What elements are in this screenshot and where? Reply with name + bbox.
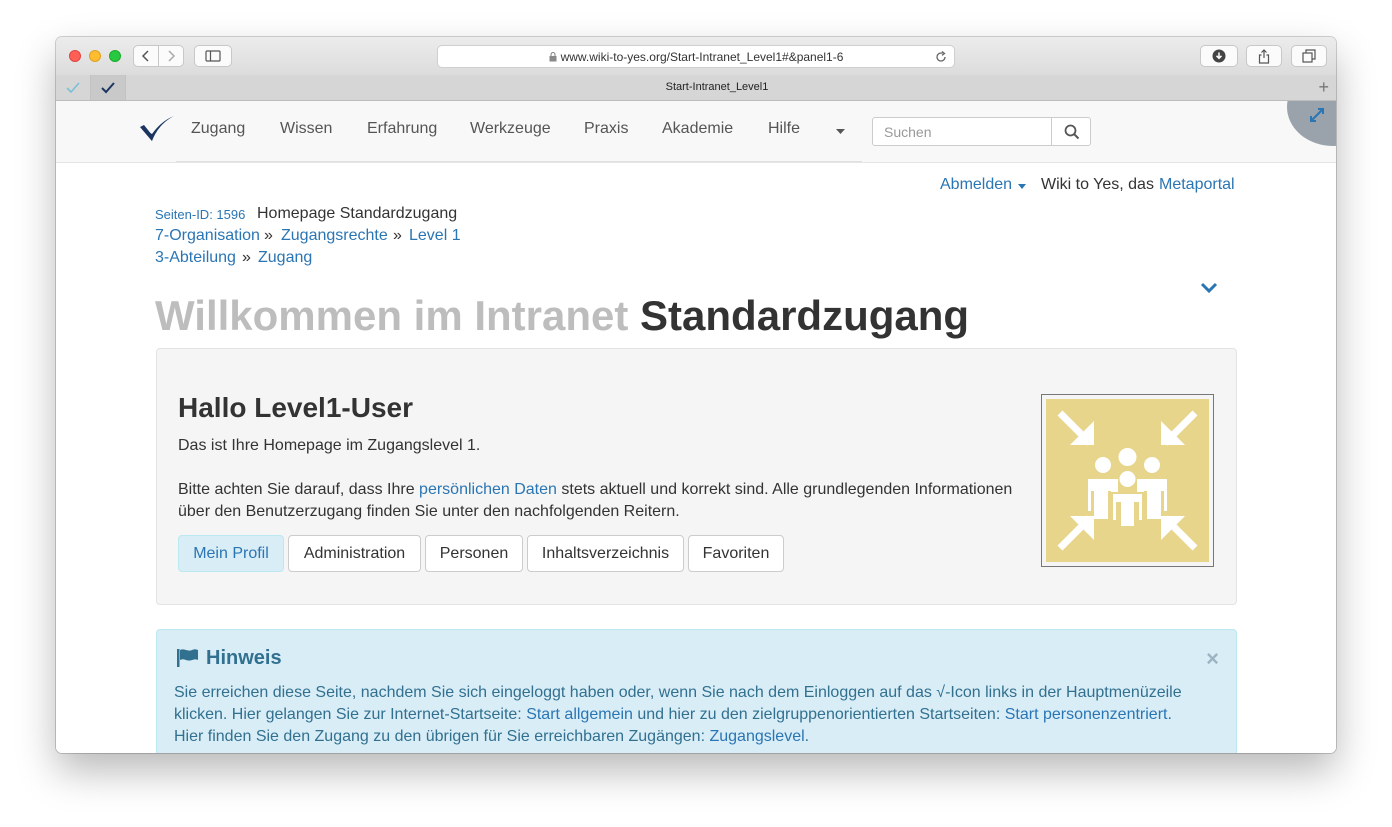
personal-data-link[interactable]: persönlichen Daten [419, 481, 557, 498]
assembly-point-icon [1046, 399, 1209, 562]
search-input[interactable]: Suchen [872, 117, 1052, 146]
downloads-button[interactable] [1200, 45, 1238, 67]
tab-bar: Start-Intranet_Level1 + [56, 75, 1336, 101]
notice-line1: Sie erreichen diese Seite, nachdem Sie s… [174, 684, 1182, 701]
download-icon [1212, 49, 1226, 63]
notice-title: Hinweis [206, 647, 282, 669]
site-tagline: Wiki to Yes, das [1041, 176, 1154, 193]
logout-link[interactable]: Abmelden [940, 176, 1012, 194]
chevron-right-icon [168, 50, 176, 62]
pinned-tab-active[interactable] [91, 75, 126, 100]
notice-line3-end: . [804, 728, 810, 745]
caret-down-icon[interactable] [836, 129, 845, 134]
forward-button[interactable] [158, 45, 184, 67]
breadcrumb-separator: » [242, 249, 251, 266]
search-button[interactable] [1051, 117, 1091, 146]
notice-alert: Hinweis × Sie erreichen diese Seite, nac… [156, 629, 1237, 753]
main-navbar: Zugang Wissen Erfahrung Werkzeuge Praxis… [56, 101, 1336, 163]
nav-item-erfahrung[interactable]: Erfahrung [367, 120, 437, 138]
sidebar-toggle-button[interactable] [194, 45, 232, 67]
notice-line2-end: . [1167, 706, 1172, 723]
page-id: Seiten-ID: 1596 [155, 207, 246, 222]
browser-toolbar: www.wiki-to-yes.org/Start-Intranet_Level… [56, 37, 1336, 76]
nav-item-praxis[interactable]: Praxis [584, 120, 628, 138]
nav-item-zugang[interactable]: Zugang [191, 120, 245, 138]
caret-down-icon[interactable] [1018, 184, 1026, 189]
nav-item-hilfe[interactable]: Hilfe [768, 120, 800, 138]
metaportal-link[interactable]: Metaportal [1159, 176, 1235, 194]
notice-line2-text: klicken. Hier gelangen Sie zur Internet-… [174, 706, 522, 723]
start-allgemein-link[interactable]: Start allgemein [526, 706, 633, 723]
checkmark-icon [66, 81, 80, 93]
page-content: Zugang Wissen Erfahrung Werkzeuge Praxis… [56, 101, 1336, 753]
address-bar[interactable]: www.wiki-to-yes.org/Start-Intranet_Level… [437, 45, 955, 68]
welcome-text-line1: Bitte achten Sie darauf, dass Ihre persö… [178, 481, 1012, 499]
page-title-light: Willkommen im Intranet [155, 292, 629, 339]
welcome-intro: Das ist Ihre Homepage im Zugangslevel 1. [178, 437, 481, 454]
page-title: Willkommen im Intranet Standardzugang [155, 292, 969, 340]
notice-line2-text: und hier zu den zielgruppenorientierten … [637, 706, 1001, 723]
breadcrumb-organisation[interactable]: 7-Organisation [155, 227, 260, 245]
back-button[interactable] [133, 45, 159, 67]
assembly-point-image [1041, 394, 1214, 567]
checkmark-icon [101, 81, 115, 93]
nav-item-wissen[interactable]: Wissen [280, 120, 332, 138]
zoom-window-button[interactable] [109, 50, 121, 62]
welcome-text-line2: über den Benutzerzugang finden Sie unter… [178, 503, 680, 520]
notice-line3: Hier finden Sie den Zugang zu den übrige… [174, 728, 809, 746]
flag-icon [177, 649, 198, 667]
url-text: www.wiki-to-yes.org/Start-Intranet_Level… [560, 50, 844, 64]
welcome-text-after: stets aktuell und korrekt sind. Alle gru… [561, 481, 1013, 498]
lock-icon [549, 51, 557, 62]
page-title-bold: Standardzugang [640, 292, 970, 339]
tab-mein-profil[interactable]: Mein Profil [178, 535, 284, 572]
welcome-text-before: Bitte achten Sie darauf, dass Ihre [178, 481, 415, 498]
breadcrumb-level1[interactable]: Level 1 [409, 227, 461, 245]
notice-line3-text: Hier finden Sie den Zugang zu den übrige… [174, 728, 706, 745]
page-name: Homepage Standardzugang [257, 205, 458, 222]
breadcrumb-zugang[interactable]: Zugang [258, 249, 312, 267]
breadcrumb-separator: » [264, 227, 273, 244]
minimize-window-button[interactable] [89, 50, 101, 62]
chevron-left-icon [141, 50, 149, 62]
expand-icon[interactable] [1309, 107, 1325, 123]
share-button[interactable] [1246, 45, 1282, 67]
sidebar-icon [205, 50, 221, 62]
logo-checkmark-icon[interactable] [139, 114, 175, 144]
breadcrumb-zugangsrechte[interactable]: Zugangsrechte [281, 227, 388, 245]
breadcrumb-separator: » [393, 227, 402, 244]
tab-administration[interactable]: Administration [288, 535, 421, 572]
search-icon [1064, 124, 1080, 140]
close-window-button[interactable] [69, 50, 81, 62]
nav-divider [176, 161, 862, 162]
tab-favoriten[interactable]: Favoriten [688, 535, 784, 572]
tabs-icon [1302, 49, 1316, 63]
search-placeholder: Suchen [884, 124, 932, 140]
notice-close-button[interactable]: × [1206, 646, 1219, 672]
tabs-overview-button[interactable] [1291, 45, 1327, 67]
browser-window: www.wiki-to-yes.org/Start-Intranet_Level… [56, 37, 1336, 753]
pinned-tab[interactable] [56, 75, 91, 100]
chevron-down-icon[interactable] [1200, 282, 1218, 294]
nav-item-werkzeuge[interactable]: Werkzeuge [470, 120, 551, 138]
nav-item-akademie[interactable]: Akademie [662, 120, 733, 138]
zugangslevel-link[interactable]: Zugangslevel [709, 728, 804, 745]
welcome-heading: Hallo Level1-User [178, 392, 413, 423]
breadcrumb-abteilung[interactable]: 3-Abteilung [155, 249, 236, 267]
active-tab-title[interactable]: Start-Intranet_Level1 [128, 81, 1306, 93]
tab-personen[interactable]: Personen [425, 535, 523, 572]
start-personenzentriert-link[interactable]: Start personenzentriert [1005, 706, 1168, 723]
reload-icon[interactable] [935, 51, 947, 63]
new-tab-button[interactable]: + [1318, 77, 1329, 98]
tab-inhaltsverzeichnis[interactable]: Inhaltsverzeichnis [527, 535, 684, 572]
share-icon [1258, 48, 1270, 64]
notice-line2: klicken. Hier gelangen Sie zur Internet-… [174, 706, 1172, 724]
welcome-panel: Hallo Level1-User Das ist Ihre Homepage … [156, 348, 1237, 605]
